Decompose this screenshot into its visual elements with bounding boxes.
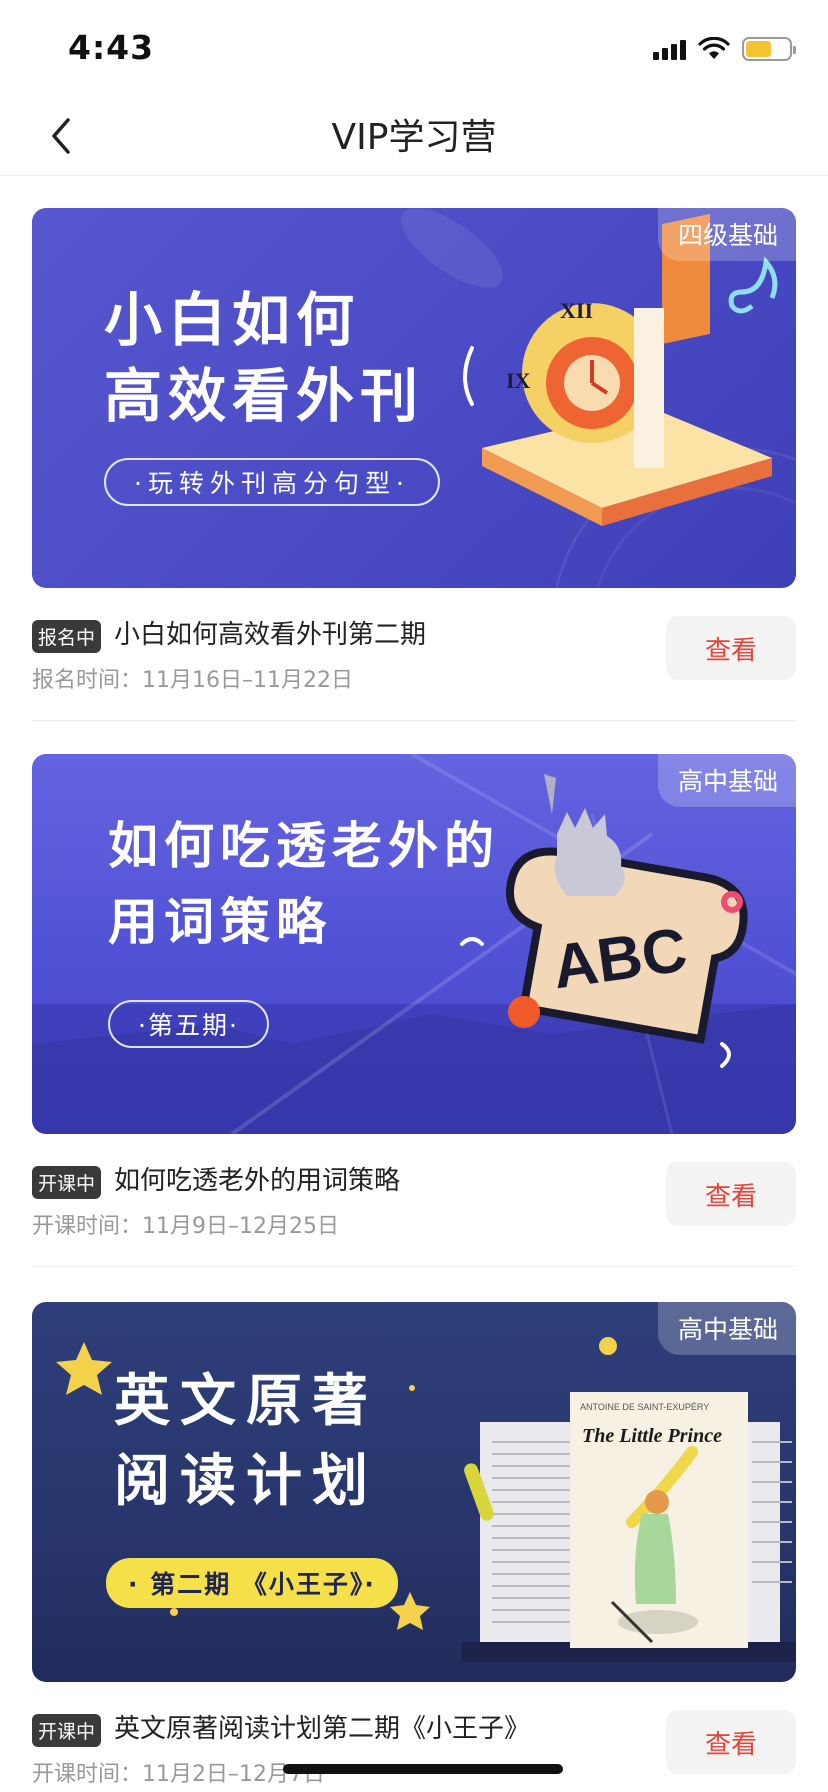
course-banner[interactable]: XII IX 四级基础 小白如何 高效看外刊 ·玩转外刊高分句型· <box>32 208 796 588</box>
home-indicator[interactable] <box>283 1764 563 1774</box>
nav-bar: VIP学习营 <box>0 96 828 176</box>
banner-title-line2: 阅读计划 <box>114 1449 378 1514</box>
view-button[interactable]: 查看 <box>666 616 796 680</box>
divider <box>32 720 796 721</box>
book-title: The Little Prince <box>582 1425 722 1447</box>
book-author: ANTOINE DE SAINT-EXUPÉRY <box>580 1402 709 1412</box>
course-info: 报名中 小白如何高效看外刊第二期 报名时间：11月16日–11月22日 查看 <box>32 588 796 694</box>
banner-title-line2: 高效看外刊 <box>104 362 425 430</box>
course-title[interactable]: 英文原著阅读计划第二期《小王子》 <box>114 1708 530 1745</box>
course-card[interactable]: ANTOINE DE SAINT-EXUPÉRY The Little Prin… <box>32 1302 796 1788</box>
page-title: VIP学习营 <box>331 117 497 158</box>
course-card[interactable]: XII IX 四级基础 小白如何 高效看外刊 ·玩转外刊高分句型· 报名中 小白… <box>32 208 796 721</box>
divider <box>32 1266 796 1267</box>
course-title[interactable]: 小白如何高效看外刊第二期 <box>114 614 426 651</box>
course-banner[interactable]: ABC 高中基础 如何吃透老外的 用词策略 ·第五期· <box>32 754 796 1134</box>
banner-title-line2: 用词策略 <box>108 893 332 951</box>
svg-text:IX: IX <box>506 368 531 393</box>
course-date: 报名时间：11月16日–11月22日 <box>32 668 353 693</box>
status-bar: 4:43 <box>0 0 828 96</box>
course-info: 开课中 如何吃透老外的用词策略 开课时间：11月9日–12月25日 查看 <box>32 1134 796 1240</box>
course-date: 开课时间：11月9日–12月25日 <box>32 1214 339 1239</box>
status-icons <box>653 36 796 62</box>
level-tag: 四级基础 <box>657 208 796 261</box>
banner-subtitle: ·玩转外刊高分句型· <box>104 458 440 506</box>
course-date: 开课时间：11月2日–12月7日 <box>32 1762 325 1787</box>
level-tag: 高中基础 <box>657 1302 796 1355</box>
cellular-signal-icon <box>653 38 686 60</box>
battery-icon <box>742 37 796 61</box>
status-badge: 开课中 <box>32 1166 102 1199</box>
banner-subtitle: ·第五期· <box>108 1000 269 1048</box>
course-card[interactable]: ABC 高中基础 如何吃透老外的 用词策略 ·第五期· 开课中 如何吃透老外的用… <box>32 754 796 1267</box>
status-badge: 报名中 <box>32 620 102 653</box>
wifi-icon <box>698 37 730 59</box>
view-button[interactable]: 查看 <box>666 1710 796 1774</box>
banner-title-line1: 英文原著 <box>114 1369 378 1434</box>
banner-subtitle: · 第二期 《小王子》· <box>106 1558 398 1608</box>
course-title[interactable]: 如何吃透老外的用词策略 <box>114 1160 400 1197</box>
status-badge: 开课中 <box>32 1714 102 1747</box>
banner-title-line1: 小白如何 <box>104 286 361 354</box>
svg-text:XII: XII <box>560 298 593 323</box>
banner-title-line1: 如何吃透老外的 <box>108 817 500 875</box>
status-time: 4:43 <box>68 28 155 67</box>
view-button[interactable]: 查看 <box>666 1162 796 1226</box>
course-banner[interactable]: ANTOINE DE SAINT-EXUPÉRY The Little Prin… <box>32 1302 796 1682</box>
level-tag: 高中基础 <box>657 754 796 807</box>
